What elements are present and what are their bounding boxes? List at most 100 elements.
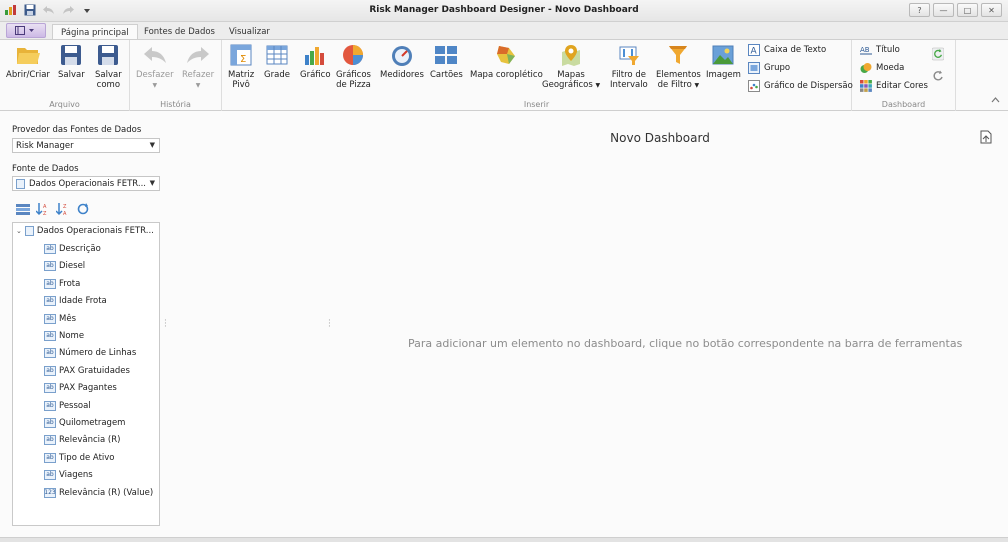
text-field-icon: ab <box>44 435 56 446</box>
canvas-splitter[interactable]: · · · <box>328 317 331 332</box>
window-title: Risk Manager Dashboard Designer - Novo D… <box>369 5 639 15</box>
collapse-arrow-icon[interactable]: ⌄ <box>16 227 22 235</box>
field-label: Idade Frota <box>59 296 107 307</box>
field-label: Número de Linhas <box>59 348 137 359</box>
gauge-icon <box>389 42 415 68</box>
filter-elements-button[interactable]: Elementos de Filtro ▼ <box>656 42 701 91</box>
textbox-button[interactable]: A Caixa de Texto <box>748 44 826 56</box>
title-button[interactable]: AB Título <box>860 44 900 56</box>
sort-descending-icon[interactable]: ZA <box>56 202 70 216</box>
svg-text:Z: Z <box>43 211 47 216</box>
field-item[interactable]: ab Nome <box>44 331 84 341</box>
save-button[interactable]: Salvar <box>58 42 85 80</box>
gauges-button[interactable]: Medidores <box>380 42 424 80</box>
field-item[interactable]: ab Frota <box>44 278 81 289</box>
text-field-icon: ab <box>44 400 56 411</box>
help-button[interactable]: ? <box>909 3 930 17</box>
range-filter-button[interactable]: Filtro de Intervalo <box>610 42 648 90</box>
sort-ascending-icon[interactable]: AZ <box>36 202 50 216</box>
pie-chart-button[interactable]: Gráficos de Pizza <box>336 42 371 90</box>
save-as-button[interactable]: Salvar como <box>95 42 122 90</box>
field-item[interactable]: ab Relevância (R) <box>44 435 121 446</box>
field-item[interactable]: ab Tipo de Ativo <box>44 452 115 463</box>
field-label: Relevância (R) <box>59 435 121 446</box>
field-item[interactable]: ab Descrição <box>44 244 101 254</box>
currency-label: Moeda <box>876 63 905 73</box>
open-create-button[interactable]: Abrir/Criar <box>6 42 50 80</box>
tree-root-node[interactable]: ⌄ Dados Operacionais FETR... <box>16 226 154 236</box>
undo-label: Desfazer ▼ <box>136 70 174 89</box>
field-item[interactable]: ab Número de Linhas <box>44 348 137 359</box>
geo-maps-button[interactable]: Mapas Geográficos ▼ <box>542 42 600 91</box>
field-item[interactable]: ab Pessoal <box>44 400 91 411</box>
field-label: Relevância (R) (Value) <box>59 487 154 498</box>
close-button[interactable]: ✕ <box>981 3 1002 17</box>
auto-update-button[interactable] <box>932 70 944 82</box>
field-item[interactable]: ab Diesel <box>44 261 85 272</box>
image-button[interactable]: Imagem <box>706 42 741 80</box>
text-field-icon: ab <box>44 296 56 307</box>
group-by-type-icon[interactable] <box>16 202 30 216</box>
undo-button[interactable]: Desfazer ▼ <box>136 42 174 91</box>
collapse-ribbon-icon[interactable] <box>991 96 1000 106</box>
chart-button[interactable]: Gráfico <box>300 42 331 80</box>
choropleth-map-button[interactable]: Mapa coroplético <box>470 42 543 80</box>
field-item[interactable]: ab Mês <box>44 313 76 324</box>
pivot-matrix-button[interactable]: Σ Matriz Pivô <box>228 42 254 90</box>
group-label-arquivo: Arquivo <box>49 100 80 109</box>
refresh-button[interactable] <box>932 47 944 61</box>
ribbon-group-inserir: Σ Matriz Pivô Grade Gráfico Gráficos de Pi… <box>222 40 853 111</box>
data-source-tree: ⌄ Dados Operacionais FETR... ab Descrição… <box>12 222 160 526</box>
ribbon-tabs: Página principal Fontes de Dados Visuali… <box>0 22 1008 40</box>
open-create-label: Abrir/Criar <box>6 70 50 80</box>
field-item[interactable]: ab PAX Pagantes <box>44 383 117 394</box>
text-field-icon: ab <box>44 261 56 272</box>
empty-dashboard-hint: Para adicionar um elemento no dashboard,… <box>408 337 963 350</box>
field-label: PAX Gratuidades <box>59 365 130 376</box>
datasource-icon <box>16 178 25 189</box>
svg-text:Z: Z <box>63 204 67 210</box>
text-field-icon: ab <box>44 331 56 341</box>
redo-button[interactable]: Refazer ▼ <box>182 42 214 91</box>
scatter-chart-icon <box>748 80 760 92</box>
tab-visualizar[interactable]: Visualizar <box>221 24 278 40</box>
field-item[interactable]: ab PAX Gratuidades <box>44 365 130 376</box>
application-menu-button[interactable] <box>6 23 46 38</box>
color-palette-icon <box>860 80 872 92</box>
field-label: Frota <box>59 278 81 289</box>
group-button[interactable]: Grupo <box>748 62 790 74</box>
minimize-button[interactable]: — <box>933 3 954 17</box>
field-item[interactable]: ab Idade Frota <box>44 296 107 307</box>
data-source-select[interactable]: Dados Operacionais FETR... ▼ <box>12 176 160 191</box>
text-field-icon: ab <box>44 418 56 428</box>
grid-button[interactable]: Grade <box>264 42 290 80</box>
status-bar <box>0 537 1008 542</box>
scatter-chart-button[interactable]: Gráfico de Dispersão <box>748 80 853 92</box>
ribbon: Abrir/Criar Salvar Salvar como Arquivo De… <box>0 39 1008 111</box>
choropleth-map-icon <box>493 42 519 68</box>
tab-pagina-principal[interactable]: Página principal <box>52 24 138 40</box>
currency-button[interactable]: Moeda <box>860 62 904 74</box>
field-item[interactable]: ab Viagens <box>44 470 93 481</box>
cards-label: Cartões <box>430 70 463 80</box>
group-label-inserir: Inserir <box>523 100 550 109</box>
field-item[interactable]: ab Quilometragem <box>44 418 125 428</box>
svg-text:A: A <box>63 211 67 216</box>
datasource-icon <box>24 226 34 236</box>
field-label: Pessoal <box>59 400 91 411</box>
field-item[interactable]: 123 Relevância (R) (Value) <box>44 487 154 498</box>
ribbon-group-dashboard: AB Título Moeda Editar Cores Dashboard <box>852 40 956 111</box>
edit-colors-button[interactable]: Editar Cores <box>860 80 928 92</box>
tab-fontes-de-dados[interactable]: Fontes de Dados <box>136 24 223 40</box>
cards-button[interactable]: Cartões <box>430 42 463 80</box>
bar-chart-icon <box>302 42 328 68</box>
refresh-fields-icon[interactable] <box>76 202 90 216</box>
export-icon[interactable] <box>980 130 992 144</box>
svg-text:A: A <box>43 204 47 210</box>
panel-splitter[interactable]: · · · <box>164 317 167 332</box>
data-source-label: Fonte de Dados <box>12 164 79 174</box>
provider-select[interactable]: Risk Manager ▼ <box>12 138 160 153</box>
image-label: Imagem <box>706 70 741 80</box>
maximize-button[interactable]: □ <box>957 3 978 17</box>
grid-label: Grade <box>264 70 290 80</box>
